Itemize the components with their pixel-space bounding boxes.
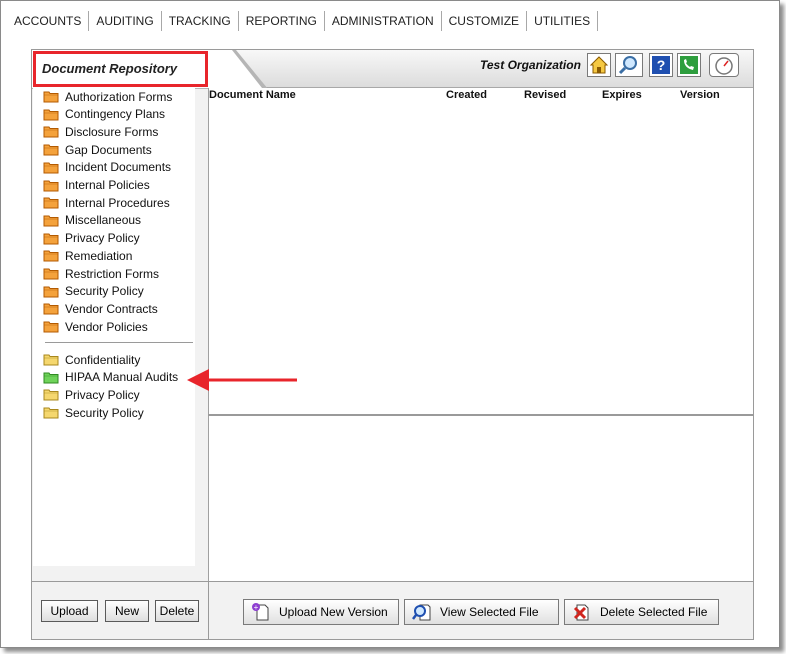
folder-icon	[43, 197, 59, 209]
folder-label: Remediation	[65, 248, 133, 263]
upload-version-icon: +	[252, 603, 269, 621]
column-header-revised[interactable]: Revised	[524, 88, 566, 102]
folder-label: Privacy Policy	[65, 387, 140, 402]
folder-label: Miscellaneous	[65, 213, 142, 228]
svg-text:+: +	[254, 603, 259, 612]
manual-folder-confidentiality[interactable]: Confidentiality	[43, 351, 140, 368]
menu-reporting[interactable]: REPORTING	[239, 11, 325, 31]
folder-label: HIPAA Manual Audits	[65, 370, 179, 385]
folder-label: Privacy Policy	[65, 231, 140, 246]
folder-item-internal-procedures[interactable]: Internal Procedures	[43, 194, 170, 211]
home-icon[interactable]	[587, 53, 611, 77]
help-icon[interactable]: ?	[649, 53, 673, 77]
folder-label: Internal Policies	[65, 178, 150, 192]
folder-icon	[43, 389, 59, 401]
menu-customize[interactable]: CUSTOMIZE	[442, 11, 528, 31]
folder-icon	[43, 250, 59, 262]
folder-item-security-policy[interactable]: Security Policy	[43, 283, 144, 300]
document-repository-panel: Document Repository Test Organization ? …	[31, 49, 754, 640]
folder-icon	[43, 162, 59, 174]
folder-item-vendor-policies[interactable]: Vendor Policies	[43, 318, 148, 335]
folder-icon	[43, 354, 59, 366]
manual-folder-hipaa-manual-audits[interactable]: HIPAA Manual Audits	[43, 369, 178, 386]
annotation-arrow-icon	[187, 369, 297, 391]
menu-auditing[interactable]: AUDITING	[89, 11, 162, 31]
folder-item-remediation[interactable]: Remediation	[43, 247, 132, 264]
folder-label: Gap Documents	[65, 142, 152, 157]
column-header-version[interactable]: Version	[680, 88, 720, 102]
document-table: Document Name Created Revised Expires Ve…	[208, 88, 753, 414]
folder-actions-bar: Upload New Delete	[32, 581, 208, 639]
folder-item-contingency-plans[interactable]: Contingency Plans	[43, 106, 165, 123]
folder-icon	[43, 109, 59, 121]
folder-item-incident-documents[interactable]: Incident Documents	[43, 159, 171, 176]
page-title: Document Repository	[33, 51, 208, 87]
folder-label: Internal Procedures	[65, 195, 170, 210]
folder-icon	[43, 268, 59, 280]
upload-button[interactable]: Upload	[41, 600, 98, 622]
folder-icon	[43, 321, 59, 333]
delete-selected-file-button[interactable]: Delete Selected File	[564, 599, 719, 625]
organization-name: Test Organization	[480, 58, 581, 72]
folder-item-privacy-policy[interactable]: Privacy Policy	[43, 230, 140, 247]
delete-selected-file-label: Delete Selected File	[600, 605, 708, 619]
folder-divider	[45, 342, 193, 343]
folder-item-miscellaneous[interactable]: Miscellaneous	[43, 212, 141, 229]
file-actions-bar: + Upload New Version View Selected File …	[208, 581, 753, 639]
folder-icon	[43, 372, 59, 384]
folder-label: Restriction Forms	[65, 266, 160, 281]
menu-utilities[interactable]: UTILITIES	[527, 11, 599, 31]
menu-administration[interactable]: ADMINISTRATION	[325, 11, 442, 31]
folder-label: Confidentiality	[65, 352, 141, 367]
folder-item-internal-policies[interactable]: Internal Policies	[43, 177, 150, 194]
gauge-icon[interactable]	[709, 53, 739, 77]
delete-button[interactable]: Delete	[155, 600, 199, 622]
folder-label: Security Policy	[65, 284, 144, 299]
upload-new-version-label: Upload New Version	[279, 605, 388, 619]
folder-icon	[43, 144, 59, 156]
folder-item-vendor-contracts[interactable]: Vendor Contracts	[43, 300, 158, 317]
delete-file-icon	[573, 604, 589, 621]
top-menu: ACCOUNTS AUDITING TRACKING REPORTING ADM…	[7, 10, 599, 32]
search-icon[interactable]	[615, 53, 643, 77]
folder-label: Authorization Forms	[65, 89, 173, 104]
menu-tracking[interactable]: TRACKING	[162, 11, 239, 31]
folder-label: Disclosure Forms	[65, 124, 159, 139]
folder-icon	[43, 286, 59, 298]
view-selected-file-button[interactable]: View Selected File	[404, 599, 559, 625]
folder-label: Contingency Plans	[65, 107, 166, 122]
new-button[interactable]: New	[105, 600, 149, 622]
column-header-document-name[interactable]: Document Name	[209, 88, 296, 102]
folder-item-gap-documents[interactable]: Gap Documents	[43, 141, 152, 158]
folder-label: Incident Documents	[65, 160, 172, 175]
folder-icon	[43, 215, 59, 227]
folder-label: Security Policy	[65, 405, 144, 420]
document-preview-pane	[208, 416, 753, 581]
folder-item-restriction-forms[interactable]: Restriction Forms	[43, 265, 159, 282]
folder-label: Vendor Policies	[65, 319, 148, 334]
folder-icon	[43, 303, 59, 315]
folder-icon	[43, 126, 59, 138]
manual-folder-security-policy[interactable]: Security Policy	[43, 404, 144, 421]
phone-icon[interactable]	[677, 53, 701, 77]
folder-item-authorization-forms[interactable]: Authorization Forms	[43, 88, 172, 105]
manual-folder-privacy-policy[interactable]: Privacy Policy	[43, 386, 140, 403]
svg-text:?: ?	[657, 57, 666, 73]
upload-new-version-button[interactable]: + Upload New Version	[243, 599, 399, 625]
view-file-icon	[412, 604, 431, 621]
folder-icon	[43, 233, 59, 245]
menu-accounts[interactable]: ACCOUNTS	[7, 11, 90, 31]
column-header-created[interactable]: Created	[446, 88, 487, 102]
folder-label: Vendor Contracts	[65, 301, 158, 316]
column-header-expires[interactable]: Expires	[602, 88, 642, 102]
folder-icon	[43, 91, 59, 103]
view-selected-file-label: View Selected File	[440, 605, 539, 619]
folder-icon	[43, 407, 59, 419]
folder-item-disclosure-forms[interactable]: Disclosure Forms	[43, 123, 158, 140]
folder-icon	[43, 180, 59, 191]
application-window: ACCOUNTS AUDITING TRACKING REPORTING ADM…	[0, 0, 780, 648]
folder-tree: Authorization Forms Contingency Plans Disc…	[33, 88, 195, 566]
